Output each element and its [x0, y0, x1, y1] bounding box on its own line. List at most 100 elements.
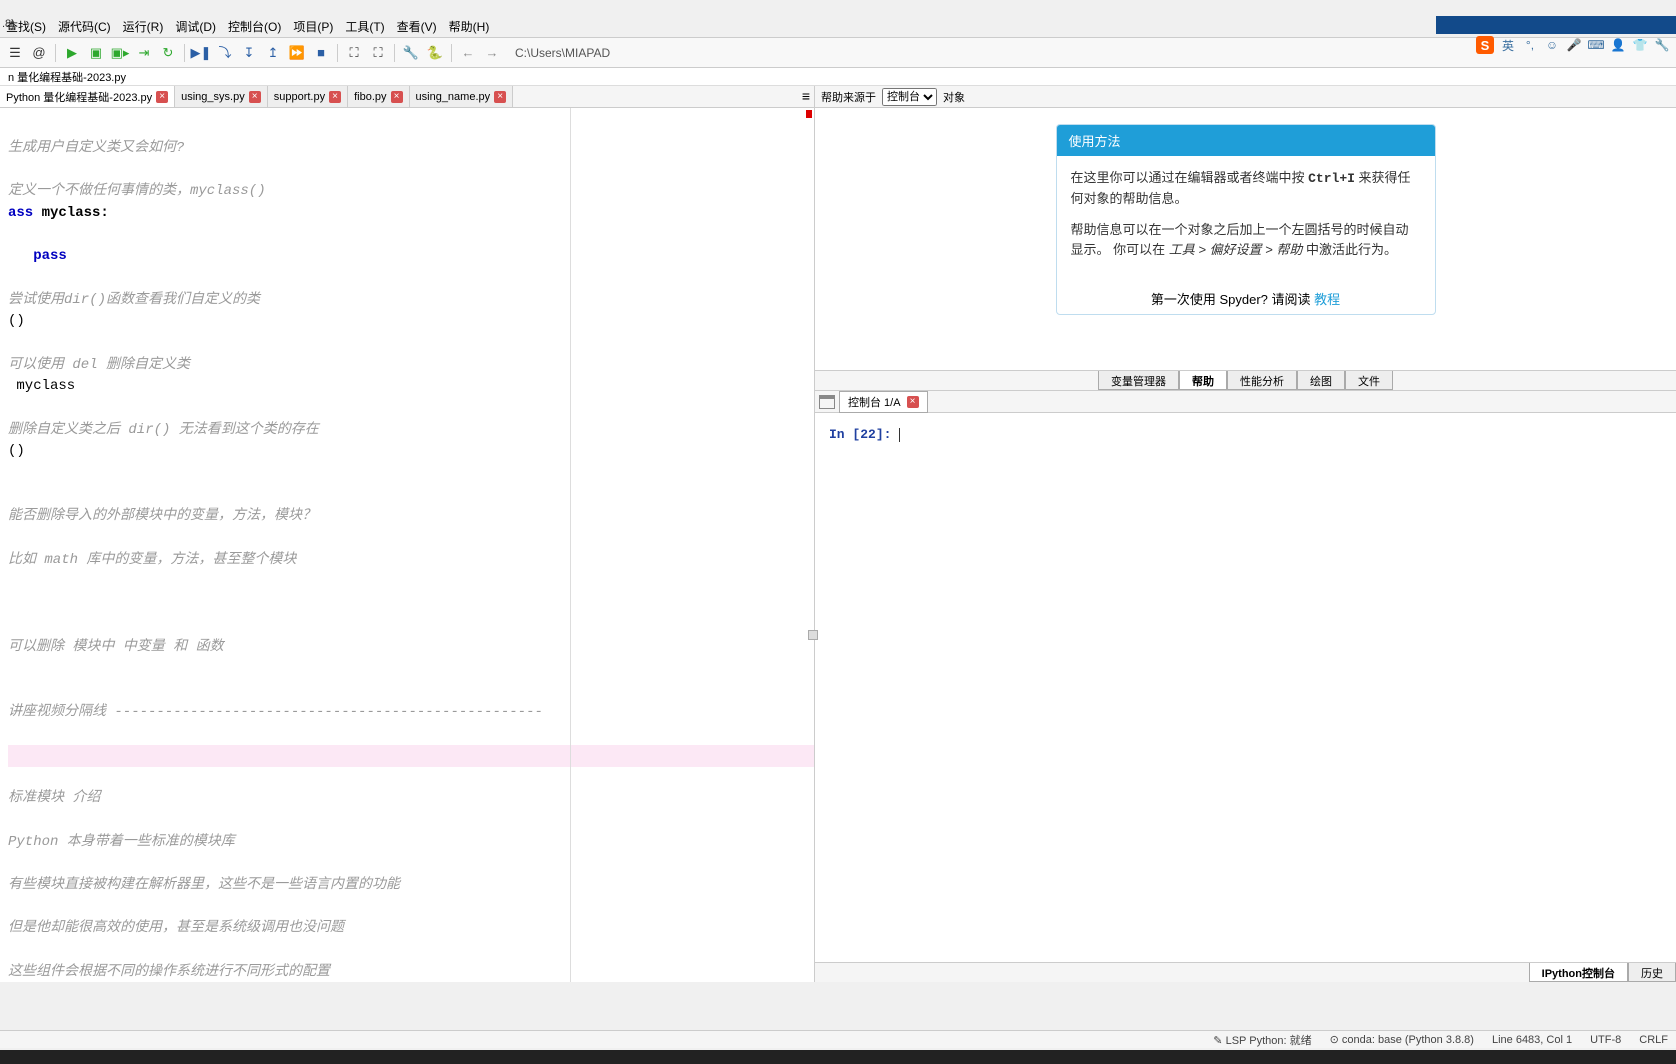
- splitter-handle[interactable]: [808, 630, 818, 640]
- close-icon[interactable]: ×: [494, 91, 506, 103]
- editor-tab[interactable]: fibo.py ×: [348, 86, 409, 107]
- help-header: 帮助来源于 控制台 对象: [815, 86, 1676, 108]
- tray-skin-icon[interactable]: 👕: [1632, 37, 1648, 53]
- code-line: [8, 398, 814, 420]
- status-conda[interactable]: ⊙ conda: base (Python 3.8.8): [1330, 1033, 1474, 1046]
- help-footer-text: 第一次使用 Spyder? 请阅读: [1151, 292, 1314, 307]
- os-taskbar[interactable]: [0, 1050, 1676, 1064]
- help-tutorial-link[interactable]: 教程: [1314, 292, 1340, 307]
- editor-tab[interactable]: support.py ×: [268, 86, 348, 107]
- code-line: [8, 767, 814, 789]
- tray-punct-icon[interactable]: °,: [1522, 37, 1538, 53]
- rerun-button[interactable]: ↻: [157, 42, 179, 64]
- status-lsp: ✎ LSP Python: 就绪: [1213, 1032, 1311, 1048]
- status-line-col: Line 6483, Col 1: [1492, 1034, 1572, 1046]
- menu-project[interactable]: 项目(P): [287, 16, 339, 37]
- tray-user-icon[interactable]: 👤: [1610, 37, 1626, 53]
- help-pane-tabs: 变量管理器 帮助 性能分析 绘图 文件: [815, 370, 1676, 390]
- run-cell-button[interactable]: ▣: [85, 42, 107, 64]
- code-line: [8, 463, 814, 485]
- menu-debug[interactable]: 调试(D): [169, 16, 222, 37]
- tab-label: fibo.py: [354, 91, 386, 103]
- maximize-pane-button[interactable]: ⛶: [343, 42, 365, 64]
- close-icon[interactable]: ×: [156, 91, 168, 103]
- code-line: [8, 723, 814, 745]
- code-editor[interactable]: 生成用户自定义类又会如何? 定义一个不做任何事情的类，myclass()ass …: [0, 108, 814, 982]
- code-line: 比如 math 库中的变量，方法，甚至整个模块: [8, 550, 814, 572]
- menu-run[interactable]: 运行(R): [117, 16, 170, 37]
- preferences-button[interactable]: 🔧: [400, 42, 422, 64]
- back-button[interactable]: ←: [457, 42, 479, 64]
- fullscreen-button[interactable]: ⛶: [367, 42, 389, 64]
- editor-tab[interactable]: using_sys.py ×: [175, 86, 268, 107]
- debug-button[interactable]: ▶❚: [190, 42, 212, 64]
- toolbar-sep: [451, 44, 452, 62]
- tab-label: using_sys.py: [181, 91, 245, 103]
- workarea: Python 量化编程基础-2023.py × using_sys.py × s…: [0, 86, 1676, 982]
- ime-lang-icon[interactable]: 英: [1500, 37, 1516, 53]
- help-source-select[interactable]: 控制台: [882, 88, 937, 106]
- tab-files[interactable]: 文件: [1345, 371, 1393, 390]
- editor-tabbar: Python 量化编程基础-2023.py × using_sys.py × s…: [0, 86, 814, 108]
- tab-profiler[interactable]: 性能分析: [1227, 371, 1297, 390]
- code-line: 能否删除导入的外部模块中的变量，方法，模块？: [8, 506, 814, 528]
- debug-step-in-button[interactable]: ↧: [238, 42, 260, 64]
- sogou-ime-icon[interactable]: S: [1476, 36, 1494, 54]
- tab-options-icon[interactable]: ≡: [802, 88, 810, 104]
- help-body: 使用方法 在这里你可以通过在编辑器或者终端中按 Ctrl+I 来获得任何对象的帮…: [815, 108, 1676, 370]
- run-selection-button[interactable]: ⇥: [133, 42, 155, 64]
- console-pane: 控制台 1/A × In [22]: I IPython控制台 历史: [815, 391, 1676, 982]
- debug-continue-button[interactable]: ⏩: [286, 42, 308, 64]
- tray-smiley-icon[interactable]: ☺: [1544, 37, 1560, 53]
- tray-mic-icon[interactable]: 🎤: [1566, 37, 1582, 53]
- statusbar: ✎ LSP Python: 就绪 ⊙ conda: base (Python 3…: [0, 1030, 1676, 1048]
- toolbar-sep: [394, 44, 395, 62]
- working-dir-path: C:\Users\MIAPAD: [515, 46, 610, 60]
- menu-help[interactable]: 帮助(H): [443, 16, 496, 37]
- help-card-footer: 第一次使用 Spyder? 请阅读 教程: [1057, 283, 1435, 314]
- console-prompt-number: 22: [860, 427, 876, 442]
- close-icon[interactable]: ×: [391, 91, 403, 103]
- menu-view[interactable]: 查看(V): [391, 16, 443, 37]
- editor-tab[interactable]: using_name.py ×: [410, 86, 514, 107]
- help-pane: 帮助来源于 控制台 对象 使用方法 在这里你可以通过在编辑器或者终端中按 Ctr…: [815, 86, 1676, 391]
- ipython-console[interactable]: In [22]: I: [815, 413, 1676, 962]
- close-icon[interactable]: ×: [329, 91, 341, 103]
- debug-stop-button[interactable]: ■: [310, 42, 332, 64]
- outline-button[interactable]: ☰: [4, 42, 26, 64]
- tray-keyboard-icon[interactable]: ⌨: [1588, 37, 1604, 53]
- menu-tools[interactable]: 工具(T): [339, 16, 390, 37]
- code-line: [8, 680, 814, 702]
- code-line: [8, 159, 814, 181]
- code-line: pass: [8, 246, 814, 268]
- tab-help[interactable]: 帮助: [1179, 371, 1227, 390]
- toolbar-sep: [337, 44, 338, 62]
- debug-step-button[interactable]: ⤵: [214, 42, 236, 64]
- debug-step-out-button[interactable]: ↥: [262, 42, 284, 64]
- run-file-button[interactable]: ▶: [61, 42, 83, 64]
- editor-tab[interactable]: Python 量化编程基础-2023.py ×: [0, 86, 175, 107]
- console-tab[interactable]: 控制台 1/A ×: [839, 391, 928, 413]
- forward-button[interactable]: →: [481, 42, 503, 64]
- menu-source[interactable]: 源代码(C): [52, 16, 117, 37]
- close-icon[interactable]: ×: [907, 396, 919, 408]
- tab-variable-explorer[interactable]: 变量管理器: [1098, 371, 1179, 390]
- code-line: 可以删除 模块中 中变量 和 函数: [8, 637, 814, 659]
- open-file-path: n 量化编程基础-2023.py: [0, 68, 1676, 86]
- tab-ipython-console[interactable]: IPython控制台: [1529, 963, 1628, 982]
- pythonpath-button[interactable]: 🐍: [424, 42, 446, 64]
- tray-toolbox-icon[interactable]: 🔧: [1654, 37, 1670, 53]
- tab-history[interactable]: 历史: [1628, 963, 1676, 982]
- close-icon[interactable]: ×: [249, 91, 261, 103]
- tab-plots[interactable]: 绘图: [1297, 371, 1345, 390]
- code-line: 标准模块 介绍: [8, 788, 814, 810]
- email-button[interactable]: @: [28, 42, 50, 64]
- code-line: 但是他却能很高效的使用，甚至是系统级调用也没问题: [8, 918, 814, 940]
- help-card-title: 使用方法: [1057, 125, 1435, 156]
- run-cell-advance-button[interactable]: ▣▸: [109, 42, 131, 64]
- code-line: [8, 658, 814, 680]
- console-prompt-in: In: [829, 427, 852, 442]
- code-line: 讲座视频分隔线 --------------------------------…: [8, 702, 814, 724]
- console-browse-icon[interactable]: [819, 395, 835, 409]
- menu-console[interactable]: 控制台(O): [222, 16, 287, 37]
